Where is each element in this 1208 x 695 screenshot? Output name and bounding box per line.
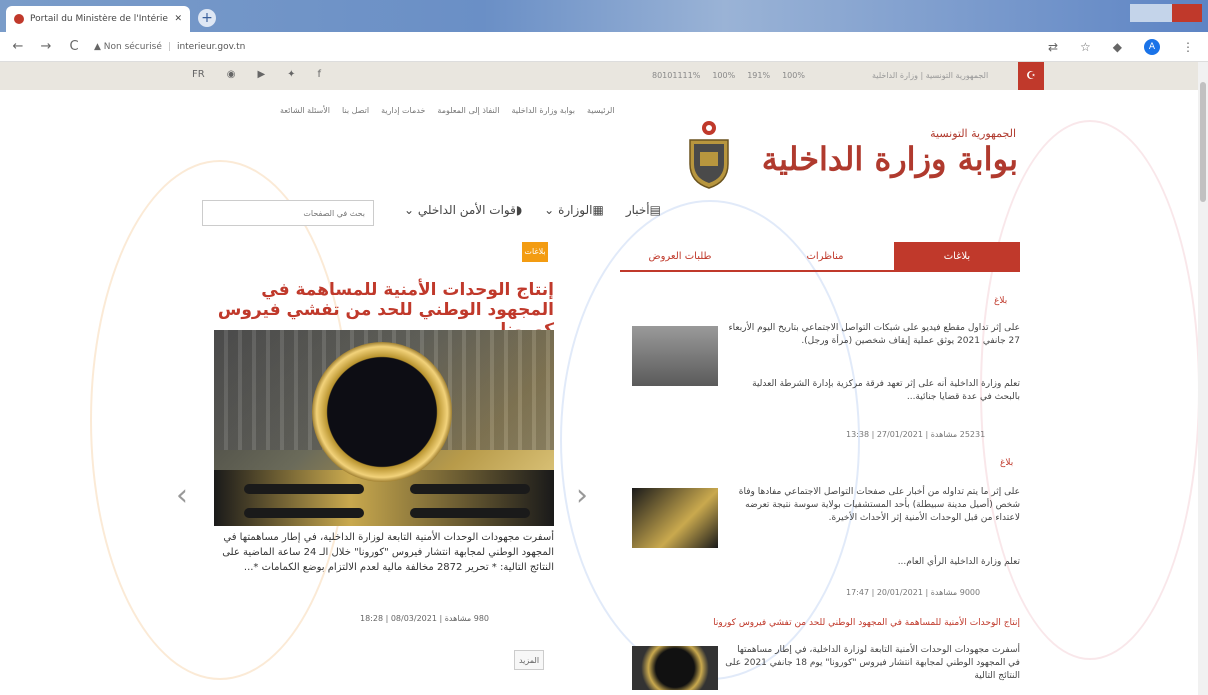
featured-meta: 980 مشاهدة | 08/03/2021 | 18:28 — [360, 614, 490, 623]
browser-tab-title: Portail du Ministère de l'Intérieur — [30, 14, 169, 24]
tab-announcements[interactable]: بلاغات — [894, 242, 1020, 272]
featured-image[interactable] — [214, 330, 554, 526]
browser-toolbar-right: ⇄ ☆ ◆ A ⋮ — [1048, 39, 1194, 55]
tunisia-flag-icon: ☪ — [1018, 62, 1044, 90]
utility-links: الرئيسية بوابة وزارة الداخلية النفاذ إلى… — [280, 106, 615, 115]
featured-description: أسفرت مجهودات الوحدات الأمنية التابعة لو… — [222, 532, 554, 573]
news-label[interactable]: بلاغ — [1000, 458, 1013, 468]
utility-link[interactable]: اتصل بنا — [342, 106, 369, 115]
social-pill — [244, 484, 364, 494]
nav-label: الوزارة — [558, 203, 593, 217]
stat-item[interactable]: 100% — [712, 71, 735, 80]
main-nav: ▤أخبار ▦الوزارة ⌄ ◗قوات الأمن الداخلي ⌄ — [404, 203, 661, 217]
facebook-icon[interactable]: f — [318, 69, 322, 80]
stat-item[interactable]: 80101111% — [652, 71, 700, 80]
news-text: أسفرت مجهودات الوحدات الأمنية التابعة لو… — [725, 645, 1020, 681]
utility-link[interactable]: خدمات إدارية — [381, 106, 425, 115]
menu-icon[interactable]: ⋮ — [1182, 40, 1194, 54]
omnibox-separator: | — [167, 41, 171, 52]
shield-icon: ◗ — [515, 203, 523, 217]
portal-title[interactable]: بوابة وزارة الداخلية — [762, 140, 1018, 178]
profile-avatar[interactable]: A — [1144, 39, 1160, 55]
close-tab-icon[interactable]: ✕ — [174, 14, 182, 24]
social-pill — [244, 508, 364, 518]
scrollbar-thumb[interactable] — [1200, 82, 1206, 202]
page-scrollbar[interactable] — [1198, 62, 1208, 695]
close-window-button[interactable] — [1172, 4, 1202, 22]
social-pill — [410, 484, 530, 494]
news-tabs: بلاغات مناظرات طلبات العروض — [620, 242, 1020, 272]
twitter-icon[interactable]: ✦ — [287, 69, 295, 80]
utility-link[interactable]: الأسئلة الشائعة — [280, 106, 330, 115]
news-headline[interactable]: إنتاج الوحدات الأمنية للمساهمة في المجهو… — [662, 618, 1020, 628]
news-thumbnail[interactable] — [632, 488, 718, 548]
translate-icon[interactable]: ⇄ — [1048, 40, 1058, 54]
browser-tab-bar: Portail du Ministère de l'Intérieur ✕ + — [0, 0, 1208, 32]
browser-address-bar: ← → C ▲ Non sécurisé | interieur.gov.tn … — [0, 32, 1208, 62]
chevron-down-icon: ⌄ — [404, 203, 415, 217]
social-pill — [410, 508, 530, 518]
coat-of-arms-logo — [689, 121, 729, 189]
slider-next-arrow[interactable]: › — [576, 478, 588, 513]
tab-competitions[interactable]: مناظرات — [770, 242, 880, 272]
chevron-down-icon: ⌄ — [544, 203, 555, 217]
building-icon: ▦ — [592, 203, 604, 217]
slider-prev-arrow[interactable]: ‹ — [176, 478, 188, 513]
bookmark-star-icon[interactable]: ☆ — [1080, 40, 1091, 54]
new-tab-button[interactable]: + — [198, 9, 216, 27]
rss-icon[interactable]: ◉ — [227, 69, 236, 80]
reload-button[interactable]: C — [66, 39, 82, 54]
site-favicon-icon — [14, 14, 24, 24]
back-button[interactable]: ← — [10, 39, 26, 54]
background-swirl — [560, 200, 860, 680]
emblem-medal — [312, 342, 452, 482]
browser-tab[interactable]: Portail du Ministère de l'Intérieur ✕ — [6, 6, 190, 32]
language-fr-link[interactable]: FR — [192, 69, 205, 80]
news-meta: 9000 مشاهدة | 20/01/2021 | 17:47 — [846, 588, 981, 597]
republic-name: الجمهورية التونسية — [930, 127, 1016, 140]
read-more-button[interactable]: المزيد — [514, 650, 544, 670]
nav-item-security-forces[interactable]: ◗قوات الأمن الداخلي ⌄ — [404, 203, 522, 217]
utility-link[interactable]: الرئيسية — [587, 106, 615, 115]
republic-strip-label: الجمهورية التونسية | وزارة الداخلية — [872, 71, 989, 80]
news-thumbnail[interactable] — [632, 646, 718, 690]
category-badge[interactable]: بلاغات — [522, 242, 548, 262]
stat-item[interactable]: 191% — [747, 71, 770, 80]
nav-item-news[interactable]: ▤أخبار — [626, 203, 661, 217]
nav-item-ministry[interactable]: ▦الوزارة ⌄ — [544, 203, 604, 217]
utility-link[interactable]: بوابة وزارة الداخلية — [511, 106, 575, 115]
accessibility-stats: 80101111% 100% 191% 100% — [652, 71, 805, 80]
utility-link[interactable]: النفاذ إلى المعلومة — [437, 106, 499, 115]
omnibox[interactable]: ▲ Non sécurisé | interieur.gov.tn — [94, 42, 245, 52]
forward-button[interactable]: → — [38, 39, 54, 54]
extension-icon[interactable]: ◆ — [1113, 40, 1122, 54]
youtube-icon[interactable]: ▶ — [257, 69, 265, 80]
news-text: على إثر تداول مقطع فيديو على شبكات التوا… — [728, 323, 1020, 346]
nav-label: قوات الأمن الداخلي — [417, 203, 516, 217]
not-secure-indicator[interactable]: ▲ Non sécurisé — [94, 42, 162, 52]
newspaper-icon: ▤ — [649, 203, 661, 217]
news-thumbnail[interactable] — [632, 326, 718, 386]
social-links: FR ◉ ▶ ✦ f — [192, 69, 321, 80]
window-controls[interactable] — [1130, 4, 1202, 22]
news-meta: 25231 مشاهدة | 27/01/2021 | 13:38 — [846, 430, 986, 439]
news-text: على إثر ما يتم تداوله من أخبار على صفحات… — [738, 487, 1020, 523]
news-label[interactable]: بلاغ — [994, 296, 1007, 306]
news-text: تعلم وزارة الداخلية أنه على إثر تعهد فرق… — [752, 379, 1020, 402]
tab-tenders[interactable]: طلبات العروض — [620, 242, 740, 272]
url-text[interactable]: interieur.gov.tn — [177, 42, 245, 52]
search-input[interactable] — [202, 200, 374, 226]
nav-label: أخبار — [625, 203, 650, 217]
stat-item[interactable]: 100% — [782, 71, 805, 80]
news-text: تعلم وزارة الداخلية الرأي العام... — [897, 557, 1020, 567]
